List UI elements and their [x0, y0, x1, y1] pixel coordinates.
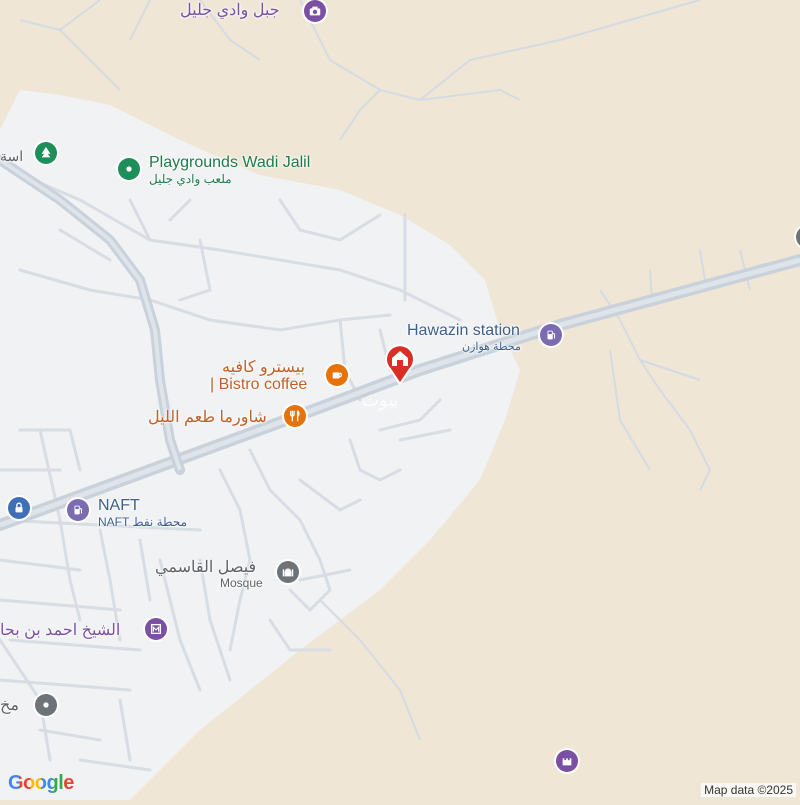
- landmark-icon[interactable]: [145, 618, 167, 640]
- map-base: [0, 0, 800, 800]
- restaurant-icon[interactable]: [284, 405, 306, 427]
- gas-station-icon[interactable]: [540, 324, 562, 346]
- label-naft-title[interactable]: NAFT: [98, 497, 140, 515]
- label-left-edge-top: اسة: [0, 148, 24, 164]
- label-sheikh[interactable]: الشيخ احمد بن بحا: [0, 620, 120, 640]
- gas-station-icon[interactable]: [67, 499, 89, 521]
- label-mosque: Mosque: [220, 576, 263, 590]
- label-hawazin-ar: محطة هوازن: [462, 341, 521, 353]
- google-brand-text: Google: [8, 772, 74, 794]
- label-jabal-wadi-jalil[interactable]: جبل وادي جليل: [180, 0, 280, 20]
- tree-icon[interactable]: [35, 142, 57, 164]
- map-attribution[interactable]: Map data ©2025: [701, 783, 796, 797]
- watermark: بيوت: [362, 390, 399, 410]
- camera-icon[interactable]: [304, 0, 326, 22]
- label-bistro-en[interactable]: | Bistro coffee: [210, 376, 307, 394]
- castle-icon[interactable]: [556, 750, 578, 772]
- label-playgrounds-ar: ملعب وادي جليل: [149, 172, 232, 186]
- label-naft-sub: NAFT محطة نفط: [98, 515, 188, 529]
- label-faisal[interactable]: فيصل القاسمي: [155, 557, 256, 577]
- label-shawarma[interactable]: شاورما طعم الليل: [148, 407, 267, 427]
- label-playgrounds-en[interactable]: Playgrounds Wadi Jalil: [149, 154, 310, 172]
- lock-icon[interactable]: [8, 497, 30, 519]
- label-left-edge-bottom: مخ: [0, 697, 19, 714]
- google-logo[interactable]: Google: [8, 772, 74, 795]
- place-icon[interactable]: [35, 694, 57, 716]
- cafe-icon[interactable]: [326, 364, 348, 386]
- home-marker-icon[interactable]: [384, 343, 416, 386]
- park-icon[interactable]: [118, 158, 140, 180]
- map-canvas[interactable]: جبل وادي جليل اسة Playgrounds Wadi Jalil…: [0, 0, 800, 800]
- label-hawazin-en[interactable]: Hawazin station: [407, 322, 520, 340]
- label-bistro-ar[interactable]: بيسترو كافيه: [222, 357, 305, 377]
- mosque-icon[interactable]: [277, 561, 299, 583]
